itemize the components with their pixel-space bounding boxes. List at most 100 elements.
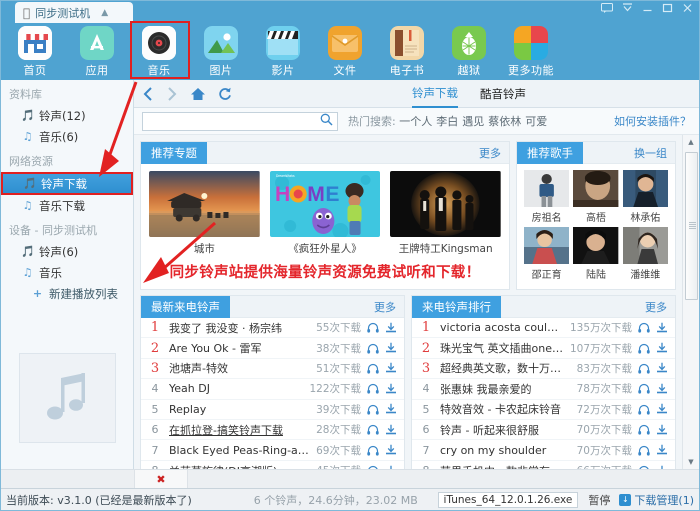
eject-icon[interactable]: ▲ <box>101 8 108 18</box>
preview-headphone-icon[interactable] <box>638 465 650 469</box>
table-row[interactable]: 3 池塘声-特效 51次下载 <box>141 359 404 379</box>
row-title[interactable]: Yeah DJ <box>169 382 303 395</box>
row-title[interactable]: 苹果手机中一款非常有趣的闹钟 <box>440 463 571 469</box>
table-row[interactable]: 1 victoria acosta could this b... 135万次下… <box>412 318 675 338</box>
vertical-scrollbar[interactable]: ▲ ▼ <box>682 135 699 469</box>
download-icon[interactable] <box>385 424 397 436</box>
maximize-icon[interactable] <box>662 3 673 13</box>
minimize-to-tray-icon[interactable] <box>622 3 633 13</box>
module-more[interactable]: 更多功能 <box>507 23 555 78</box>
table-row[interactable]: 5 特效音效 - 卡农起床铃音 72万次下载 <box>412 400 675 420</box>
sidebar-item-ringtones-library[interactable]: 🎵 铃声(12) <box>1 105 133 126</box>
preview-headphone-icon[interactable] <box>638 404 650 415</box>
preview-headphone-icon[interactable] <box>638 363 650 374</box>
device-tab[interactable]:  同步测试机 ▲ <box>15 2 133 23</box>
table-row[interactable]: 4 Yeah DJ 122次下载 <box>141 379 404 399</box>
preview-headphone-icon[interactable] <box>367 465 379 469</box>
module-jailbreak[interactable]: 越狱 <box>445 23 493 78</box>
topic-card[interactable]: DreamWorks H M E <box>270 171 381 256</box>
download-icon[interactable] <box>385 342 397 354</box>
singer-card[interactable]: 房祖名 <box>524 170 569 224</box>
close-icon[interactable] <box>682 3 693 13</box>
scroll-track[interactable] <box>684 148 699 456</box>
forward-icon[interactable] <box>166 87 178 101</box>
topic-card[interactable]: 王牌特工Kingsman <box>390 171 501 256</box>
preview-headphone-icon[interactable] <box>638 445 650 456</box>
refresh-icon[interactable] <box>218 87 232 101</box>
hot-keyword[interactable]: 蔡依林 <box>488 115 521 128</box>
preview-headphone-icon[interactable] <box>367 404 379 415</box>
feedback-icon[interactable] <box>601 3 613 13</box>
search-box[interactable] <box>142 112 338 131</box>
table-row[interactable]: 2 Are You Ok - 雷军 38次下载 <box>141 338 404 358</box>
close-icon[interactable]: ✖ <box>156 473 165 486</box>
module-ebooks[interactable]: 电子书 <box>383 23 431 78</box>
hot-keyword[interactable]: 李白 <box>436 115 458 128</box>
scroll-thumb[interactable] <box>685 152 698 300</box>
ranking-more-link[interactable]: 更多 <box>645 299 667 315</box>
module-photos[interactable]: 图片 <box>197 23 245 78</box>
table-row[interactable]: 3 超经典英文歌，数十万人热享 ... 83万次下载 <box>412 359 675 379</box>
download-manager-button[interactable]: ↓ 下载管理(1) <box>619 492 694 508</box>
tab-ringtone-download[interactable]: 铃声下载 <box>412 80 458 108</box>
notification-close-box[interactable]: ✖ <box>134 470 188 488</box>
row-title[interactable]: 铃声 - 听起来很舒服 <box>440 422 571 438</box>
search-input[interactable] <box>147 115 320 128</box>
download-icon[interactable] <box>656 465 668 469</box>
scroll-down-arrow[interactable]: ▼ <box>688 456 693 468</box>
row-title[interactable]: Are You Ok - 雷军 <box>169 340 310 356</box>
preview-headphone-icon[interactable] <box>638 383 650 394</box>
preview-headphone-icon[interactable] <box>638 322 650 333</box>
singer-card[interactable]: 高梧 <box>573 170 618 224</box>
preview-headphone-icon[interactable] <box>638 343 650 354</box>
singer-card[interactable]: 邵正育 <box>524 227 569 281</box>
preview-headphone-icon[interactable] <box>367 343 379 354</box>
download-icon[interactable] <box>385 383 397 395</box>
tab-kuyin-ringtone[interactable]: 酷音铃声 <box>480 80 526 108</box>
sidebar-item-device-ringtones[interactable]: 🎵 铃声(6) <box>1 241 133 262</box>
singer-card[interactable]: 林承佑 <box>623 170 668 224</box>
topics-more-link[interactable]: 更多 <box>479 145 501 161</box>
table-row[interactable]: 8 苹果手机中一款非常有趣的闹钟 66万次下载 <box>412 461 675 469</box>
download-icon[interactable] <box>385 444 397 456</box>
download-icon[interactable] <box>656 362 668 374</box>
row-title[interactable]: victoria acosta could this b... <box>440 321 564 334</box>
sidebar-item-device-music[interactable]: ♫ 音乐 <box>1 262 133 283</box>
table-row[interactable]: 1 我变了 我没变 · 杨宗纬 55次下载 <box>141 318 404 338</box>
row-title[interactable]: Replay <box>169 403 310 416</box>
hot-keyword[interactable]: 可爱 <box>525 115 547 128</box>
row-title[interactable]: 张惠妹 我最亲爱的 <box>440 381 571 397</box>
row-title[interactable]: 我变了 我没变 · 杨宗纬 <box>169 320 310 336</box>
module-files[interactable]: 文件 <box>321 23 369 78</box>
latest-more-link[interactable]: 更多 <box>374 299 396 315</box>
download-icon[interactable] <box>385 322 397 334</box>
topic-card[interactable]: 城市 <box>149 171 260 256</box>
row-title[interactable]: 兰花草旋律(DJ高潮版) <box>169 463 310 469</box>
row-title[interactable]: 珠光宝气 英文插曲one and o... <box>440 340 564 356</box>
table-row[interactable]: 7 cry on my shoulder 70万次下载 <box>412 440 675 460</box>
pause-button[interactable]: 暂停 <box>588 492 610 508</box>
downloading-file-field[interactable]: iTunes_64_12.0.1.26.exe <box>438 492 579 508</box>
sidebar-item-music-download[interactable]: ♫ 音乐下载 <box>1 195 133 216</box>
row-title[interactable]: 特效音效 - 卡农起床铃音 <box>440 401 571 417</box>
table-row[interactable]: 8 兰花草旋律(DJ高潮版) 45次下载 <box>141 461 404 469</box>
row-title[interactable]: 池塘声-特效 <box>169 360 310 376</box>
download-icon[interactable] <box>385 403 397 415</box>
preview-headphone-icon[interactable] <box>367 445 379 456</box>
download-icon[interactable] <box>656 424 668 436</box>
table-row[interactable]: 5 Replay 39次下载 <box>141 400 404 420</box>
preview-headphone-icon[interactable] <box>367 322 379 333</box>
search-icon[interactable] <box>320 113 333 129</box>
singer-card[interactable]: 陆陆 <box>573 227 618 281</box>
module-videos[interactable]: 影片 <box>259 23 307 78</box>
download-icon[interactable] <box>385 362 397 374</box>
row-title[interactable]: Black Eyed Peas-Ring-a-Lin... <box>169 444 310 457</box>
table-row[interactable]: 7 Black Eyed Peas-Ring-a-Lin... 69次下载 <box>141 440 404 460</box>
back-icon[interactable] <box>142 87 154 101</box>
table-row[interactable]: 4 张惠妹 我最亲爱的 78万次下载 <box>412 379 675 399</box>
preview-headphone-icon[interactable] <box>638 424 650 435</box>
row-title[interactable]: 在抓拉登-搞笑铃声下载 <box>169 422 310 438</box>
singers-refresh-link[interactable]: 换一组 <box>634 145 667 161</box>
table-row[interactable]: 6 在抓拉登-搞笑铃声下载 28次下载 <box>141 420 404 440</box>
module-apps[interactable]: 应用 <box>73 23 121 78</box>
